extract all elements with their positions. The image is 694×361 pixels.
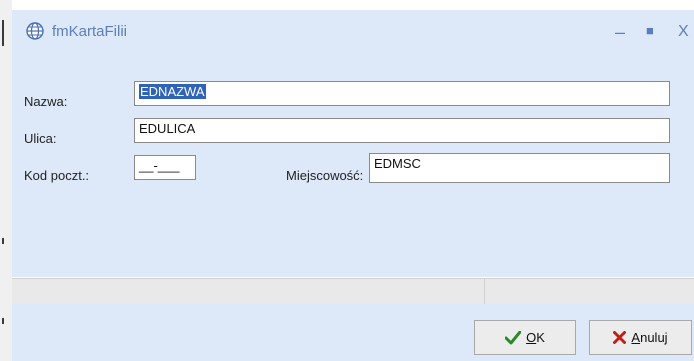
edge-mark (2, 318, 4, 324)
cross-icon (613, 331, 627, 344)
checkmark-icon (505, 330, 522, 344)
dialog-window: fmKartaFilii – ■ X Nazwa: EDNAZWA Ulica:… (12, 10, 694, 361)
ok-button[interactable]: OK (474, 320, 576, 355)
nazwa-field[interactable]: EDNAZWA (134, 81, 670, 106)
miejscowosc-field[interactable]: EDMSC (369, 153, 670, 183)
window-title: fmKartaFilii (52, 23, 128, 40)
title-bar[interactable]: fmKartaFilii – ■ X (12, 10, 694, 54)
ulica-value: EDULICA (139, 121, 196, 136)
kod-pocztowy-label: Kod poczt.: (24, 168, 90, 183)
kod-pocztowy-value: __-___ (139, 158, 180, 173)
miejscowosc-value: EDMSC (374, 156, 421, 171)
minimize-button[interactable]: – (615, 22, 625, 42)
ulica-label: Ulica: (24, 131, 57, 146)
edge-mark (2, 238, 4, 244)
globe-icon (26, 22, 44, 40)
background-window-edge (0, 0, 12, 361)
ulica-field[interactable]: EDULICA (134, 118, 670, 143)
cancel-label: Anuluj (631, 330, 668, 345)
miejscowosc-label: Miejscowość: (286, 168, 364, 183)
form-panel: Nazwa: EDNAZWA Ulica: EDULICA Kod poczt.… (12, 54, 694, 277)
nazwa-label: Nazwa: (24, 94, 68, 109)
cancel-button[interactable]: Anuluj (589, 320, 692, 355)
close-button[interactable]: X (678, 22, 689, 42)
edge-mark (2, 20, 4, 46)
status-divider (484, 279, 485, 305)
kod-pocztowy-field[interactable]: __-___ (134, 155, 196, 180)
status-bar (12, 278, 694, 305)
button-panel: OK Anuluj (12, 304, 694, 361)
maximize-button[interactable]: ■ (646, 21, 654, 41)
ok-label: OK (526, 330, 545, 345)
nazwa-value: EDNAZWA (139, 84, 206, 99)
